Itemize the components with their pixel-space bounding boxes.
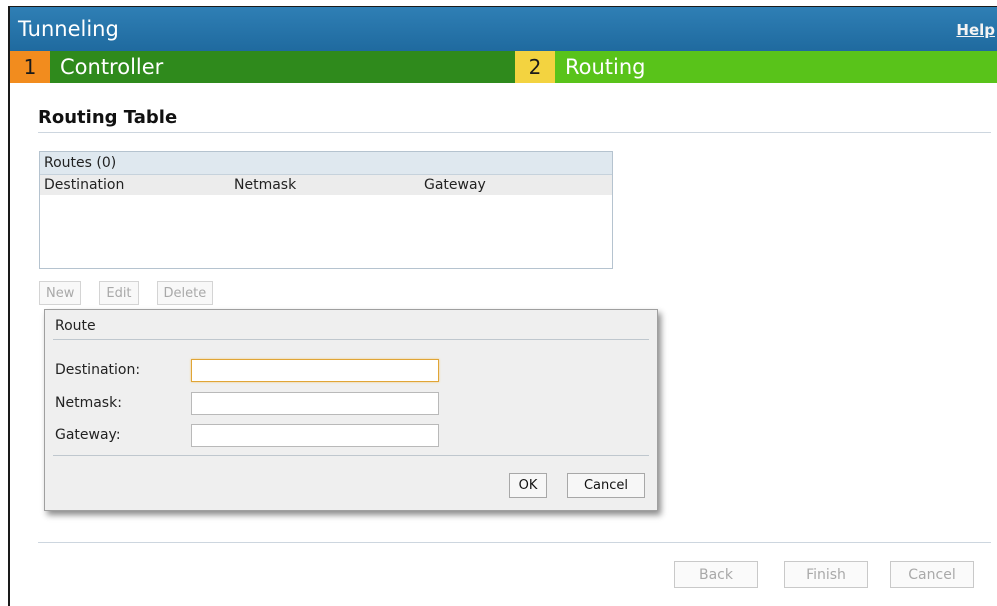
help-link[interactable]: Help (956, 21, 995, 39)
wizard-steps: 1 Controller 2 Routing (10, 51, 997, 83)
gateway-input[interactable] (191, 423, 439, 447)
section-heading: Routing Table (38, 107, 178, 128)
routes-table-header: Destination Netmask Gateway (40, 175, 612, 195)
gateway-label: Gateway: (55, 427, 121, 443)
new-route-button[interactable]: New (39, 281, 82, 305)
step-controller[interactable]: 1 Controller (10, 51, 515, 83)
divider (38, 132, 991, 133)
table-action-buttons: New Edit Delete (39, 281, 231, 305)
step-label: Routing (565, 55, 646, 79)
step-routing[interactable]: 2 Routing (515, 51, 997, 83)
destination-label: Destination: (55, 362, 141, 378)
destination-input[interactable] (191, 358, 439, 382)
divider (38, 542, 991, 543)
finish-button[interactable]: Finish (784, 561, 868, 588)
netmask-row: Netmask: (55, 391, 439, 415)
route-dialog: Route Destination: Netmask: Gateway: OK … (44, 309, 658, 511)
step-label: Controller (60, 55, 164, 79)
routes-table: Routes (0) Destination Netmask Gateway (39, 151, 613, 269)
divider (53, 339, 649, 340)
step-number: 1 (10, 51, 50, 83)
title-bar: Tunneling Help (10, 7, 997, 51)
gateway-row: Gateway: (55, 423, 439, 447)
cancel-button[interactable]: Cancel (890, 561, 974, 588)
wizard-window: Tunneling Help 1 Controller 2 Routing Ro… (8, 6, 997, 606)
back-button[interactable]: Back (674, 561, 758, 588)
column-header-netmask[interactable]: Netmask (230, 175, 420, 195)
step-number: 2 (515, 51, 555, 83)
column-header-destination[interactable]: Destination (40, 175, 230, 195)
wizard-title: Tunneling (18, 17, 119, 41)
dialog-cancel-button[interactable]: Cancel (567, 473, 645, 498)
destination-row: Destination: (55, 358, 439, 382)
netmask-label: Netmask: (55, 395, 122, 411)
routes-table-caption: Routes (0) (40, 152, 612, 175)
edit-route-button[interactable]: Edit (99, 281, 139, 305)
route-dialog-title: Route (55, 318, 96, 334)
netmask-input[interactable] (191, 391, 439, 415)
delete-route-button[interactable]: Delete (156, 281, 214, 305)
ok-button[interactable]: OK (509, 473, 547, 498)
column-header-gateway[interactable]: Gateway (420, 175, 612, 195)
divider (53, 455, 649, 456)
